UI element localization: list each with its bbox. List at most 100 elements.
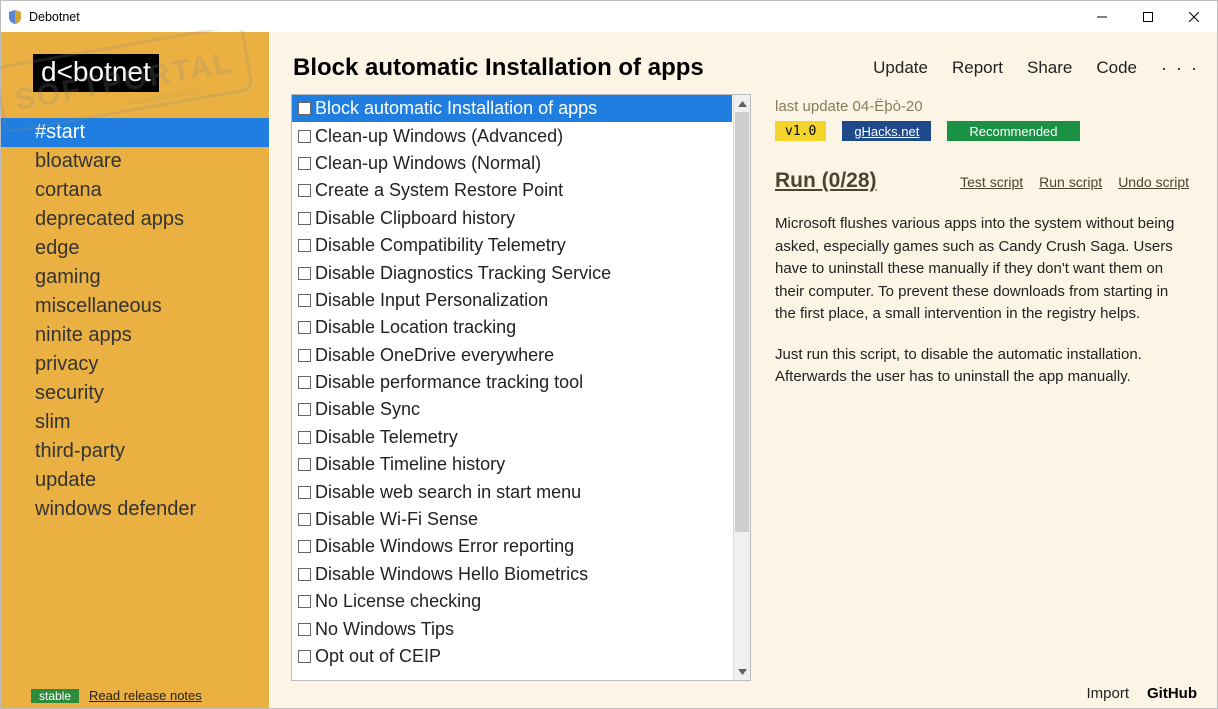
sidebar-item[interactable]: deprecated apps <box>1 205 269 234</box>
sidebar-item[interactable]: #start <box>1 118 269 147</box>
app-icon <box>7 9 23 25</box>
list-item-label: Disable Telemetry <box>315 427 458 448</box>
import-link[interactable]: Import <box>1086 685 1129 702</box>
sidebar-item[interactable]: privacy <box>1 350 269 379</box>
list-item[interactable]: Opt out of CEIP <box>292 643 732 670</box>
more-menu-icon[interactable]: · · · <box>1161 58 1199 79</box>
sidebar-item[interactable]: cortana <box>1 176 269 205</box>
sidebar-item[interactable]: edge <box>1 234 269 263</box>
header-link-report[interactable]: Report <box>952 58 1003 78</box>
page-title: Block automatic Installation of apps <box>293 54 704 82</box>
list-item[interactable]: Disable Location tracking <box>292 314 732 341</box>
list-item-label: Disable Clipboard history <box>315 208 515 229</box>
list-item[interactable]: Create a System Restore Point <box>292 177 732 204</box>
sidebar-item[interactable]: third-party <box>1 437 269 466</box>
checkbox[interactable] <box>298 486 311 499</box>
checkbox[interactable] <box>298 568 311 581</box>
test-script-link[interactable]: Test script <box>960 174 1023 190</box>
github-link[interactable]: GitHub <box>1147 685 1197 702</box>
sidebar: d<botnet #startbloatwarecortanadeprecate… <box>1 32 269 708</box>
maximize-button[interactable] <box>1125 2 1171 32</box>
checkbox[interactable] <box>298 184 311 197</box>
list-item[interactable]: Disable Windows Error reporting <box>292 533 732 560</box>
list-item[interactable]: Disable Diagnostics Tracking Service <box>292 259 732 286</box>
checkbox[interactable] <box>298 212 311 225</box>
list-item[interactable]: Disable Telemetry <box>292 424 732 451</box>
list-item[interactable]: Disable performance tracking tool <box>292 369 732 396</box>
header-link-update[interactable]: Update <box>873 58 928 78</box>
checkbox[interactable] <box>298 102 311 115</box>
list-item[interactable]: Clean-up Windows (Normal) <box>292 150 732 177</box>
description-paragraph-2: Just run this script, to disable the aut… <box>775 344 1189 389</box>
list-item[interactable]: Disable Timeline history <box>292 451 732 478</box>
checkbox[interactable] <box>298 321 311 334</box>
recommended-badge: Recommended <box>947 121 1079 141</box>
undo-script-link[interactable]: Undo script <box>1118 174 1189 190</box>
sidebar-item[interactable]: gaming <box>1 263 269 292</box>
sidebar-item[interactable]: slim <box>1 408 269 437</box>
list-item[interactable]: Clean-up Windows (Advanced) <box>292 122 732 149</box>
checkbox[interactable] <box>298 595 311 608</box>
stable-badge: stable <box>31 689 79 703</box>
list-item[interactable]: Disable Wi-Fi Sense <box>292 506 732 533</box>
list-item-label: Disable Sync <box>315 399 420 420</box>
run-script-link[interactable]: Run script <box>1039 174 1102 190</box>
header-bar: Block automatic Installation of apps Upd… <box>269 32 1217 94</box>
list-item[interactable]: Disable Input Personalization <box>292 287 732 314</box>
script-list-pane: Block automatic Installation of apps Clea… <box>291 94 751 681</box>
checkbox[interactable] <box>298 540 311 553</box>
checkbox[interactable] <box>298 431 311 444</box>
header-link-code[interactable]: Code <box>1096 58 1137 78</box>
checkbox[interactable] <box>298 267 311 280</box>
sidebar-item[interactable]: windows defender <box>1 495 269 524</box>
close-button[interactable] <box>1171 2 1217 32</box>
list-item[interactable]: Disable OneDrive everywhere <box>292 342 732 369</box>
list-item-label: Disable web search in start menu <box>315 482 581 503</box>
sidebar-item[interactable]: security <box>1 379 269 408</box>
checkbox[interactable] <box>298 157 311 170</box>
sidebar-item[interactable]: update <box>1 466 269 495</box>
titlebar: Debotnet <box>1 1 1217 32</box>
list-item[interactable]: Disable Sync <box>292 396 732 423</box>
list-item-label: Opt out of CEIP <box>315 646 441 667</box>
checkbox[interactable] <box>298 376 311 389</box>
window-title: Debotnet <box>29 10 80 24</box>
source-link-badge[interactable]: gHacks.net <box>842 121 931 141</box>
list-item[interactable]: Disable Compatibility Telemetry <box>292 232 732 259</box>
list-item-label: Disable Wi-Fi Sense <box>315 509 478 530</box>
list-item-label: Clean-up Windows (Advanced) <box>315 126 563 147</box>
list-item-label: Disable Diagnostics Tracking Service <box>315 263 611 284</box>
list-item[interactable]: Block automatic Installation of apps <box>292 95 732 122</box>
checkbox[interactable] <box>298 650 311 663</box>
scrollbar-thumb[interactable] <box>735 112 749 532</box>
checkbox[interactable] <box>298 130 311 143</box>
main-area: Block automatic Installation of apps Upd… <box>269 32 1217 708</box>
checkbox[interactable] <box>298 239 311 252</box>
scroll-up-icon[interactable] <box>734 95 750 112</box>
list-item[interactable]: Disable Windows Hello Biometrics <box>292 561 732 588</box>
script-list[interactable]: Block automatic Installation of apps Clea… <box>292 95 732 680</box>
sidebar-item[interactable]: bloatware <box>1 147 269 176</box>
scroll-down-icon[interactable] <box>734 663 750 680</box>
run-counter-link[interactable]: Run (0/28) <box>775 169 877 193</box>
sidebar-item[interactable]: miscellaneous <box>1 292 269 321</box>
checkbox[interactable] <box>298 458 311 471</box>
run-row: Run (0/28) Test script Run script Undo s… <box>775 169 1189 193</box>
checkbox[interactable] <box>298 623 311 636</box>
checkbox[interactable] <box>298 513 311 526</box>
checkbox[interactable] <box>298 294 311 307</box>
list-item-label: Disable Timeline history <box>315 454 505 475</box>
scrollbar[interactable] <box>733 95 750 680</box>
checkbox[interactable] <box>298 403 311 416</box>
sidebar-item[interactable]: ninite apps <box>1 321 269 350</box>
list-item[interactable]: Disable web search in start menu <box>292 478 732 505</box>
checkbox[interactable] <box>298 349 311 362</box>
list-item[interactable]: No License checking <box>292 588 732 615</box>
release-notes-link[interactable]: Read release notes <box>89 688 202 703</box>
header-link-share[interactable]: Share <box>1027 58 1072 78</box>
list-item-label: Block automatic Installation of apps <box>315 98 597 119</box>
list-item[interactable]: No Windows Tips <box>292 615 732 642</box>
list-item-label: Clean-up Windows (Normal) <box>315 153 541 174</box>
list-item[interactable]: Disable Clipboard history <box>292 205 732 232</box>
minimize-button[interactable] <box>1079 2 1125 32</box>
